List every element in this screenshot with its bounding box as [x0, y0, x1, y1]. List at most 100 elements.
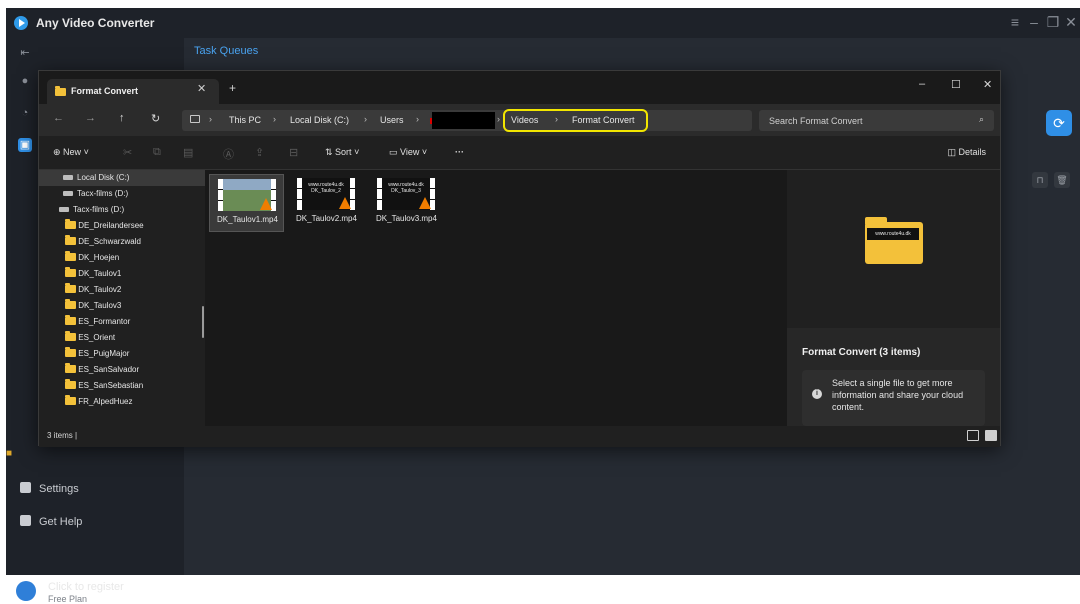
nav-item-folder[interactable]: DK_Taulov3	[39, 298, 205, 314]
plan-label: Free Plan	[48, 594, 88, 604]
nav-item-folder[interactable]: DE_Schwarzwald	[39, 234, 205, 250]
cut-icon[interactable]: ✂	[123, 146, 132, 159]
breadcrumb-videos[interactable]: Videos	[511, 115, 538, 125]
convert-refresh-icon[interactable]: ⟳	[1046, 110, 1072, 136]
drive-icon	[63, 175, 73, 180]
file-item[interactable]: www.route4u.dk DK_Taulov_2 DK_Taulov2.mp…	[289, 174, 364, 232]
details-pane-button[interactable]: ◫ Details	[947, 147, 986, 158]
file-list: DK_Taulov1.mp4 www.route4u.dk DK_Taulov_…	[205, 170, 787, 426]
search-input[interactable]: Search Format Convert ⌕	[759, 110, 994, 131]
nav-scrollbar[interactable]	[202, 306, 204, 338]
vlc-icon	[260, 198, 272, 210]
close-button[interactable]: ✕	[1062, 12, 1080, 32]
folder-icon	[65, 267, 76, 277]
share-icon[interactable]: ⇪	[255, 146, 264, 159]
breadcrumb-users[interactable]: Users	[380, 115, 404, 125]
nav-item-label: Tacx-films (D:)	[73, 205, 125, 214]
nav-item-folder[interactable]: FR_AlpedHuez	[39, 394, 205, 410]
nav-item-label: DK_Taulov1	[78, 269, 122, 278]
restore-button[interactable]: ❐	[1044, 12, 1062, 32]
details-view-icon[interactable]	[967, 430, 979, 441]
app-logo-icon	[14, 16, 28, 30]
file-item[interactable]: www.route4u.dk DK_Taulov_3 DK_Taulov3.mp…	[369, 174, 444, 232]
merge-icon[interactable]: ⊓	[1032, 172, 1048, 188]
preview-area: www.route4u.dk	[787, 170, 1000, 328]
nav-item-label: ES_Orient	[78, 333, 116, 342]
breadcrumb-separator: ›	[416, 114, 419, 124]
nav-item-label: DE_Dreilandersee	[78, 221, 144, 230]
file-explorer-window: Format Convert ✕ + – ☐ ✕ ← → ↑ ↻ › This …	[38, 70, 1001, 447]
history-nav-icon[interactable]: ◔	[18, 106, 32, 120]
app-title: Any Video Converter	[36, 16, 155, 30]
rename-icon[interactable]: Ⓐ	[223, 146, 234, 162]
nav-item-folder[interactable]: ES_Orient	[39, 330, 205, 346]
new-button[interactable]: ⊕ New ˅	[53, 147, 89, 158]
nav-item-folder[interactable]: ES_SanSalvador	[39, 362, 205, 378]
paste-icon[interactable]: ▤	[183, 146, 193, 159]
breadcrumb-format-convert[interactable]: Format Convert	[572, 115, 635, 125]
view-button[interactable]: ▭ View ˅	[389, 147, 427, 158]
explorer-close-button[interactable]: ✕	[983, 78, 992, 91]
nav-item-folder[interactable]: DK_Hoejen	[39, 250, 205, 266]
copy-icon[interactable]: ⧉	[153, 146, 161, 159]
nav-item-label: Local Disk (C:)	[77, 173, 130, 182]
convert-nav-icon[interactable]: ●	[18, 74, 32, 88]
new-tab-button[interactable]: +	[229, 81, 236, 95]
forward-button[interactable]: →	[85, 112, 96, 124]
nav-item-folder[interactable]: ES_PuigMajor	[39, 346, 205, 362]
folder-icon	[55, 86, 66, 96]
breadcrumb-local-disk[interactable]: Local Disk (C:)	[290, 115, 349, 125]
tab-task-queues[interactable]: Task Queues	[194, 45, 258, 57]
drive-icon	[63, 191, 73, 196]
address-bar[interactable]: › This PC › Local Disk (C:) › Users › › …	[182, 109, 752, 132]
navigation-pane: Local Disk (C:) Tacx-films (D:) Tacx-fil…	[39, 170, 205, 426]
folder-icon	[65, 363, 76, 373]
sort-button[interactable]: ⇅ Sort ˅	[325, 147, 359, 158]
sidebar-collapse-icon[interactable]: ⇤	[18, 46, 32, 60]
breadcrumb-separator: ›	[555, 114, 558, 124]
delete-icon[interactable]: ⊟	[289, 146, 298, 159]
back-button[interactable]: ←	[53, 112, 64, 124]
vlc-icon	[419, 197, 431, 209]
refresh-button[interactable]: ↻	[151, 112, 160, 125]
nav-item-folder[interactable]: DE_Dreilandersee	[39, 218, 205, 234]
address-row: ← → ↑ ↻ › This PC › Local Disk (C:) › Us…	[39, 104, 1000, 136]
breadcrumb-this-pc[interactable]: This PC	[229, 115, 261, 125]
nav-item-folder[interactable]: DK_Taulov1	[39, 266, 205, 282]
nav-item-folder[interactable]: ES_SanSebastian	[39, 378, 205, 394]
nav-item-label: ES_SanSebastian	[78, 381, 144, 390]
thumbnail-text: www.route4u.dk DK_Taulov_3	[388, 182, 424, 194]
details-info-card: i Select a single file to get more infor…	[802, 370, 985, 426]
register-title: Click to register	[48, 581, 124, 593]
more-options-button[interactable]: ···	[455, 147, 464, 157]
menu-icon[interactable]: ≡	[1006, 12, 1024, 32]
nav-item-folder[interactable]: ES_Formantor	[39, 314, 205, 330]
tiles-view-icon[interactable]	[985, 430, 997, 441]
explorer-maximize-button[interactable]: ☐	[951, 78, 961, 91]
explorer-tab-label: Format Convert	[71, 86, 139, 96]
details-pane: www.route4u.dk Format Convert (3 items) …	[787, 170, 1000, 426]
sidebar-item-settings[interactable]: Settings	[20, 482, 79, 495]
explorer-tab[interactable]: Format Convert ✕	[47, 79, 219, 104]
sidebar-item-help[interactable]: Get Help	[20, 515, 82, 528]
minimize-button[interactable]: –	[1025, 12, 1043, 32]
nav-item-folder[interactable]: DK_Taulov2	[39, 282, 205, 298]
nav-item-tacx-films-d[interactable]: Tacx-films (D:)	[39, 186, 205, 202]
redacted-username	[432, 112, 495, 129]
folder-icon	[65, 379, 76, 389]
details-message: Select a single file to get more informa…	[832, 378, 964, 412]
format-convert-nav-icon[interactable]: ▣	[18, 138, 32, 152]
nav-item-tacx-films-d-expanded[interactable]: Tacx-films (D:)	[39, 202, 205, 218]
file-name: DK_Taulov1.mp4	[217, 215, 278, 224]
trash-icon[interactable]: 🗑	[1054, 172, 1070, 188]
nav-item-local-disk-c[interactable]: Local Disk (C:)	[39, 170, 205, 186]
breadcrumb-separator: ›	[364, 114, 367, 124]
cart-icon[interactable]: ■	[6, 448, 16, 459]
file-item[interactable]: DK_Taulov1.mp4	[209, 174, 284, 232]
tab-close-icon[interactable]: ✕	[197, 82, 206, 95]
explorer-tab-bar: Format Convert ✕ + – ☐ ✕	[39, 71, 1000, 104]
explorer-minimize-button[interactable]: –	[919, 78, 925, 90]
monitor-icon	[190, 115, 200, 123]
new-label: New	[63, 147, 82, 157]
up-button[interactable]: ↑	[119, 112, 125, 124]
